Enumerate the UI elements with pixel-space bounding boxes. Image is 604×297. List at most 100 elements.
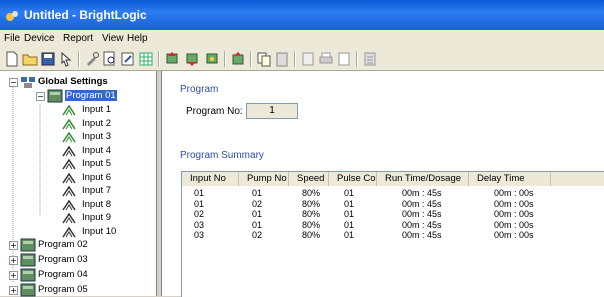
new-icon[interactable] xyxy=(4,51,20,67)
toolbar-separator xyxy=(294,51,296,67)
table-cell: 00m : 45s xyxy=(402,188,442,198)
app-icon xyxy=(6,11,18,21)
program-icon xyxy=(20,238,36,252)
tree-item-input[interactable]: Input 10 xyxy=(82,226,116,237)
table-cell: 02 xyxy=(252,198,263,209)
tree-item-global-settings[interactable]: Global Settings xyxy=(38,76,108,87)
tree-expand-program[interactable]: + xyxy=(9,256,18,265)
tree-item-input[interactable]: Input 8 xyxy=(82,199,111,210)
grid-icon[interactable] xyxy=(138,51,154,67)
section-title-program: Program xyxy=(180,84,219,95)
table-cell: 00m : 00s xyxy=(494,230,534,240)
column-header-run-time-dosage[interactable]: Run Time/Dosage xyxy=(377,172,469,186)
menu-file[interactable]: File xyxy=(4,33,20,44)
program-no-field: 1 xyxy=(246,103,298,119)
column-header-input-no[interactable]: Input No xyxy=(182,172,239,186)
edit-icon[interactable] xyxy=(120,51,136,67)
column-header-empty xyxy=(551,172,604,186)
table-cell: 00m : 45s xyxy=(402,219,442,230)
tree-item-input[interactable]: Input 6 xyxy=(82,172,111,183)
table-cell: 01 xyxy=(344,230,355,240)
tree-item-program[interactable]: Program 02 xyxy=(38,239,88,250)
input-sensor-icon xyxy=(62,226,76,237)
menu-view[interactable]: View xyxy=(102,33,124,44)
program-icon xyxy=(47,89,63,103)
tree-item-input[interactable]: Input 9 xyxy=(82,212,111,223)
device-receive-icon[interactable] xyxy=(184,51,200,67)
toolbar-separator xyxy=(224,51,226,67)
open-icon[interactable] xyxy=(22,51,38,67)
tree-item-program[interactable]: Program 05 xyxy=(38,284,88,295)
tree-item-input[interactable]: Input 7 xyxy=(82,185,111,196)
copy-icon[interactable] xyxy=(256,51,272,67)
tree-expand-program[interactable]: + xyxy=(9,271,18,280)
toolbar xyxy=(0,48,604,71)
tree-expand-program[interactable]: + xyxy=(9,241,18,250)
table-cell: 01 xyxy=(344,198,355,209)
tree-item-input[interactable]: Input 5 xyxy=(82,158,111,169)
toolbar-separator xyxy=(250,51,252,67)
table-cell: 01 xyxy=(252,188,263,198)
toolbar-separator xyxy=(158,51,160,67)
column-header-pump-no[interactable]: Pump No xyxy=(239,172,289,186)
title-bar[interactable]: Untitled - BrightLogic xyxy=(0,0,604,30)
column-header-pulse-count[interactable]: Pulse Co... xyxy=(329,172,377,186)
menu-help[interactable]: Help xyxy=(127,33,148,44)
table-cell: 02 xyxy=(252,230,263,240)
column-header-speed[interactable]: Speed xyxy=(289,172,329,186)
tree-item-input[interactable]: Input 4 xyxy=(82,145,111,156)
column-header-delay-time[interactable]: Delay Time xyxy=(469,172,551,186)
tree-item-program[interactable]: Program 03 xyxy=(38,254,88,265)
table-cell: 01 xyxy=(194,188,205,198)
tool-icon[interactable] xyxy=(84,51,100,67)
table-cell: 01 xyxy=(344,188,355,198)
table-cell: 80% xyxy=(302,198,321,209)
device-sync-icon[interactable] xyxy=(204,51,220,67)
program-icon xyxy=(20,268,36,282)
program-no-label: Program No: xyxy=(186,106,243,117)
print-icon[interactable] xyxy=(318,51,334,67)
input-sensor-icon xyxy=(62,185,76,197)
window-title: Untitled - BrightLogic xyxy=(24,8,147,22)
table-cell: 00m : 00s xyxy=(494,209,534,219)
program-summary-table[interactable]: Input No Pump No Speed Pulse Co... Run T… xyxy=(181,171,604,297)
tree-item-input[interactable]: Input 1 xyxy=(82,104,111,115)
doc-icon[interactable] xyxy=(300,51,316,67)
table-cell: 00m : 45s xyxy=(402,198,442,209)
paste-icon[interactable] xyxy=(274,51,290,67)
tree-expand-program[interactable]: + xyxy=(9,286,18,295)
toolbar-separator xyxy=(356,51,358,67)
table-cell: 00m : 45s xyxy=(402,209,442,219)
tree-collapse-program-01[interactable]: − xyxy=(36,92,45,101)
tree-collapse-global-settings[interactable]: − xyxy=(9,78,18,87)
preview-icon[interactable] xyxy=(102,51,118,67)
program-icon xyxy=(20,253,36,267)
table-cell: 00m : 00s xyxy=(494,219,534,230)
pointer-icon[interactable] xyxy=(58,51,74,67)
table-cell: 02 xyxy=(194,209,205,219)
table-cell: 00m : 00s xyxy=(494,188,534,198)
table-cell: 03 xyxy=(194,219,205,230)
input-sensor-icon xyxy=(62,172,76,183)
blank-icon[interactable] xyxy=(336,51,352,67)
table-cell: 01 xyxy=(194,198,205,209)
table-cell: 01 xyxy=(252,219,263,230)
table-cell: 80% xyxy=(302,219,321,230)
table-cell: 01 xyxy=(252,209,263,219)
device-send-icon[interactable] xyxy=(164,51,180,67)
save-icon[interactable] xyxy=(40,51,56,67)
table-cell: 80% xyxy=(302,188,321,198)
global-settings-icon xyxy=(21,77,35,88)
device-upload-icon[interactable] xyxy=(230,51,246,67)
menu-report[interactable]: Report xyxy=(63,33,93,44)
tree-item-input[interactable]: Input 3 xyxy=(82,131,111,142)
calculator-icon[interactable] xyxy=(362,51,378,67)
tree-item-program[interactable]: Program 04 xyxy=(38,269,88,280)
menu-bar: File Device Report View Help xyxy=(0,30,604,48)
table-cell: 00m : 45s xyxy=(402,230,442,240)
input-sensor-icon xyxy=(62,104,76,116)
input-sensor-icon xyxy=(62,145,76,156)
menu-device[interactable]: Device xyxy=(24,33,55,44)
tree-item-input[interactable]: Input 2 xyxy=(82,118,111,129)
tree-item-program-01[interactable]: Program 01 xyxy=(65,90,117,101)
